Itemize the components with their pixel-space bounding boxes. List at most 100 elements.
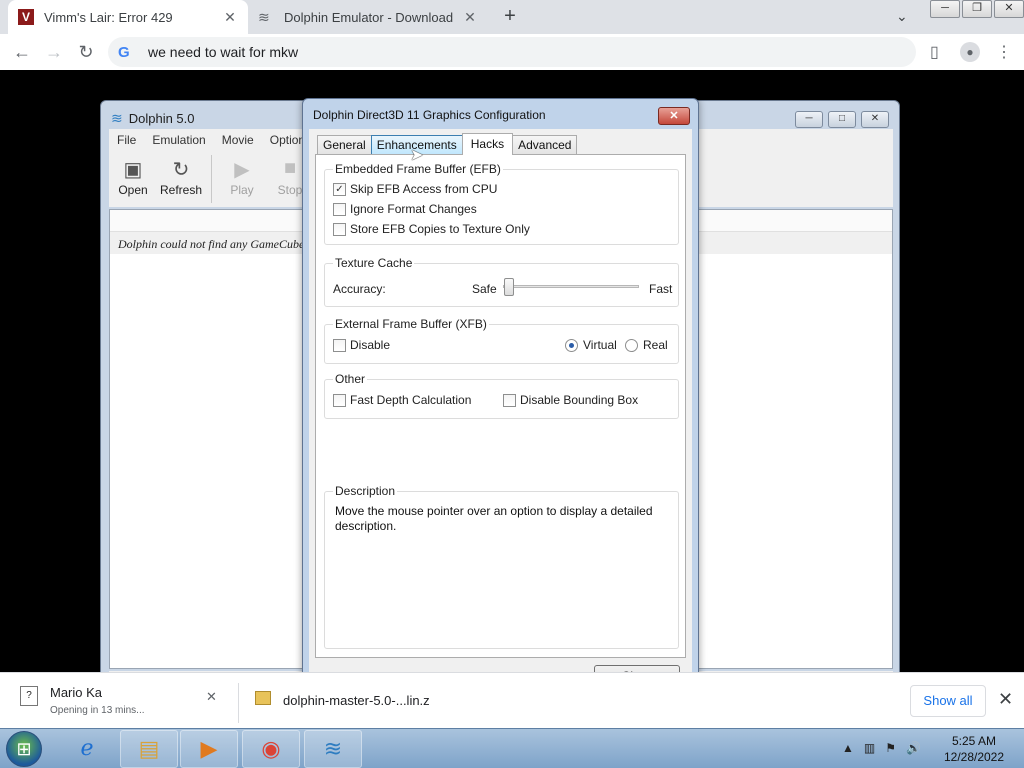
- play-label: Play: [230, 183, 254, 197]
- back-arrow-icon[interactable]: ←: [10, 40, 34, 64]
- start-button[interactable]: ⊞: [6, 731, 42, 767]
- checkbox-box: [333, 202, 346, 216]
- play-icon: ▶: [234, 159, 250, 181]
- tab-close-icon[interactable]: ✕: [462, 9, 478, 26]
- accuracy-label: Accuracy:: [333, 282, 386, 296]
- store-efb-copies-checkbox[interactable]: Store EFB Copies to Texture Only: [333, 222, 530, 236]
- show-hidden-icons[interactable]: ▲: [842, 741, 854, 755]
- toolbar-separator: [211, 155, 212, 203]
- description-group: Description Move the mouse pointer over …: [324, 484, 679, 649]
- open-button[interactable]: ▣ Open: [109, 151, 157, 207]
- dolphin-icon[interactable]: ≋: [304, 730, 362, 768]
- tab-hacks[interactable]: Hacks: [461, 133, 514, 155]
- close-shelf-icon[interactable]: ✕: [998, 689, 1013, 710]
- clock-time: 5:25 AM: [951, 734, 997, 748]
- download-menu-icon[interactable]: ✕: [206, 689, 217, 705]
- tab-vimms-lair[interactable]: V Vimm's Lair: Error 429 ✕: [8, 0, 248, 34]
- file-explorer-icon[interactable]: ▤: [120, 730, 178, 768]
- system-tray: ▲ ▥ ⚑ 🔊: [842, 741, 931, 755]
- description-text: Move the mouse pointer over an option to…: [335, 504, 653, 533]
- browser-tabstrip: V Vimm's Lair: Error 429 ✕ ≋ Dolphin Emu…: [0, 0, 1024, 34]
- window-controls: ─ ❐ ✕: [928, 0, 1024, 18]
- refresh-button[interactable]: ↻ Refresh: [157, 151, 205, 207]
- close-button[interactable]: ✕: [861, 111, 889, 128]
- restore-button[interactable]: ❐: [962, 0, 992, 18]
- menu-file[interactable]: File: [109, 133, 144, 147]
- dolphin-icon: ≋: [111, 109, 123, 126]
- checkbox-box: [333, 393, 346, 407]
- fast-depth-checkbox[interactable]: Fast Depth Calculation: [333, 393, 471, 407]
- forward-arrow-icon[interactable]: →: [42, 40, 66, 64]
- checkbox-label: Disable Bounding Box: [520, 393, 639, 407]
- checkbox-box: [503, 393, 516, 407]
- profile-avatar-icon[interactable]: ●: [960, 42, 980, 62]
- efb-group: Embedded Frame Buffer (EFB) ✓ Skip EFB A…: [324, 162, 679, 245]
- close-button[interactable]: ✕: [994, 0, 1024, 18]
- reload-icon[interactable]: ↻: [74, 40, 98, 64]
- dolphin-title: Dolphin 5.0: [128, 110, 195, 126]
- network-icon[interactable]: ▥: [864, 741, 875, 755]
- tab-general[interactable]: General: [317, 135, 372, 155]
- description-label: Description: [333, 484, 398, 498]
- xfb-group-label: External Frame Buffer (XFB): [333, 317, 489, 331]
- new-tab-button[interactable]: +: [498, 5, 522, 29]
- tab-close-icon[interactable]: ✕: [222, 9, 238, 26]
- address-bar[interactable]: G we need to wait for mkw: [108, 37, 916, 67]
- download-item[interactable]: ? Mario Ka Opening in 13 mins... ✕: [16, 683, 232, 723]
- download-status: Opening in 13 mins...: [50, 705, 145, 716]
- hacks-panel: Embedded Frame Buffer (EFB) ✓ Skip EFB A…: [315, 154, 686, 658]
- side-panel-icon[interactable]: ▯: [930, 42, 939, 62]
- media-player-icon[interactable]: ▶: [180, 730, 238, 768]
- minimize-button[interactable]: ─: [795, 111, 823, 128]
- chrome-icon[interactable]: ◉: [242, 730, 300, 768]
- play-button[interactable]: ▶ Play: [218, 151, 266, 207]
- dialog-tabs: General Enhancements Hacks Advanced: [317, 133, 578, 155]
- checkbox-box: [333, 338, 346, 352]
- accuracy-slider[interactable]: [503, 278, 639, 296]
- xfb-virtual-radio[interactable]: Virtual: [565, 338, 617, 352]
- texture-cache-label: Texture Cache: [333, 256, 415, 270]
- graphics-config-dialog: Dolphin Direct3D 11 Graphics Configurati…: [302, 98, 699, 702]
- dialog-title: Dolphin Direct3D 11 Graphics Configurati…: [313, 108, 546, 122]
- texture-cache-group: Texture Cache Accuracy: Safe Fast: [324, 256, 679, 307]
- minimize-button[interactable]: ─: [930, 0, 960, 18]
- checkbox-label: Skip EFB Access from CPU: [350, 182, 498, 196]
- volume-icon[interactable]: 🔊: [906, 741, 921, 755]
- slider-safe-label: Safe: [472, 282, 497, 296]
- clock-date: 12/28/2022: [943, 750, 1005, 764]
- tab-dolphin-download[interactable]: ≋ Dolphin Emulator - Download ✕: [248, 0, 488, 34]
- mouse-cursor-icon: ➤: [410, 147, 424, 164]
- ignore-format-changes-checkbox[interactable]: Ignore Format Changes: [333, 202, 477, 216]
- other-group: Other Fast Depth Calculation Disable Bou…: [324, 372, 679, 419]
- disable-bounding-box-checkbox[interactable]: Disable Bounding Box: [503, 393, 638, 407]
- vimm-icon: V: [18, 9, 34, 25]
- maximize-button[interactable]: □: [828, 111, 856, 128]
- address-bar-text: we need to wait for mkw: [148, 44, 299, 60]
- menu-movie[interactable]: Movie: [214, 133, 262, 147]
- accuracy-slider-thumb[interactable]: [504, 278, 514, 296]
- action-center-icon[interactable]: ⚑: [885, 741, 896, 755]
- file-icon: ?: [20, 686, 38, 706]
- dialog-close-icon[interactable]: ✕: [658, 107, 690, 125]
- radio-dot: [625, 338, 638, 352]
- download-item[interactable]: dolphin-master-5.0-...lin.z: [238, 683, 470, 723]
- checkbox-label: Store EFB Copies to Texture Only: [350, 222, 530, 236]
- radio-label: Virtual: [583, 338, 617, 352]
- tab-search-chevron-icon[interactable]: ⌄: [896, 8, 908, 25]
- tab-title: Vimm's Lair: Error 429: [44, 9, 173, 25]
- checkbox-box: [333, 222, 346, 236]
- xfb-disable-checkbox[interactable]: Disable: [333, 338, 390, 352]
- tab-advanced[interactable]: Advanced: [512, 135, 578, 155]
- refresh-label: Refresh: [159, 183, 203, 197]
- show-all-button[interactable]: Show all: [910, 685, 986, 717]
- zip-folder-icon: [255, 691, 271, 705]
- more-menu-icon[interactable]: ⋮: [996, 42, 1012, 62]
- menu-emulation[interactable]: Emulation: [144, 133, 213, 147]
- clock[interactable]: 5:25 AM 12/28/2022: [940, 733, 1008, 765]
- folder-icon: ▣: [123, 159, 143, 181]
- skip-efb-access-checkbox[interactable]: ✓ Skip EFB Access from CPU: [333, 182, 497, 196]
- internet-explorer-icon[interactable]: ℯ: [58, 730, 116, 768]
- browser-toolbar: ← → ↻ G we need to wait for mkw ▯ ● ⋮: [0, 34, 1024, 70]
- dialog-body: General Enhancements Hacks Advanced Embe…: [309, 129, 692, 695]
- xfb-real-radio[interactable]: Real: [625, 338, 668, 352]
